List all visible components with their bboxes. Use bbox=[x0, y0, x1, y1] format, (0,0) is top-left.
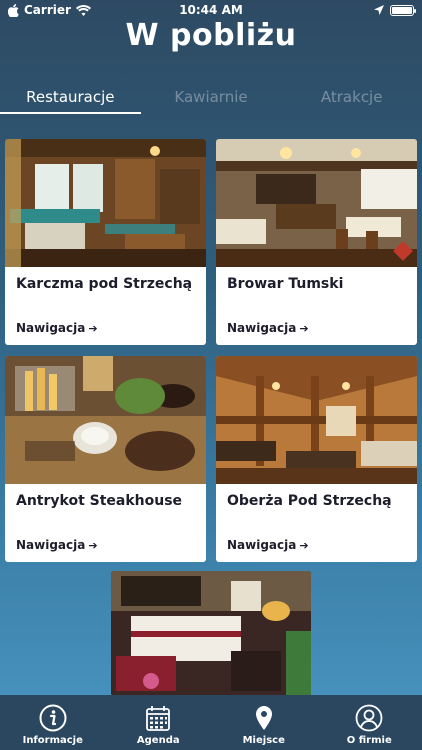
navigation-label: Nawigacja bbox=[16, 321, 86, 335]
tabbar-label: Informacje bbox=[22, 735, 83, 746]
location-pin-icon bbox=[255, 706, 272, 730]
tabbar-item-miejsce[interactable]: Miejsce bbox=[211, 695, 317, 750]
tabbar-label: Miejsce bbox=[242, 735, 285, 746]
place-card-antrykot[interactable]: Antrykot Steakhouse Nawigacja ➔ bbox=[5, 356, 206, 562]
tabbar-item-agenda[interactable]: Agenda bbox=[106, 695, 212, 750]
place-photo bbox=[216, 356, 417, 484]
tab-attractions[interactable]: Atrakcje bbox=[281, 82, 422, 114]
user-icon bbox=[355, 704, 383, 732]
carrier-label: Carrier bbox=[24, 3, 71, 17]
arrow-right-icon: ➔ bbox=[299, 321, 309, 335]
tabbar-item-informacje[interactable]: Informacje bbox=[0, 695, 106, 750]
location-arrow-icon bbox=[374, 5, 384, 15]
place-photo bbox=[5, 139, 206, 267]
navigation-label: Nawigacja bbox=[227, 538, 297, 552]
navigation-link[interactable]: Nawigacja ➔ bbox=[16, 538, 98, 552]
wifi-icon bbox=[75, 4, 91, 16]
tab-restaurants[interactable]: Restauracje bbox=[0, 82, 141, 114]
place-name: Karczma pod Strzechą bbox=[16, 276, 193, 292]
page-title: W pobliżu bbox=[125, 18, 297, 53]
place-card-partial[interactable] bbox=[111, 571, 311, 696]
arrow-right-icon: ➔ bbox=[88, 321, 98, 335]
apple-logo-icon bbox=[8, 3, 19, 17]
place-card-browar-tumski[interactable]: Browar Tumski Nawigacja ➔ bbox=[216, 139, 417, 345]
bottom-tab-bar: Informacje Agenda Miejsce O firmie bbox=[0, 695, 422, 750]
tabbar-label: Agenda bbox=[136, 735, 180, 746]
navigation-link[interactable]: Nawigacja ➔ bbox=[227, 321, 309, 335]
places-grid: Karczma pod Strzechą Nawigacja ➔ Browar … bbox=[5, 139, 417, 562]
category-tabs: Restauracje Kawiarnie Atrakcje bbox=[0, 82, 422, 114]
place-photo bbox=[5, 356, 206, 484]
info-icon bbox=[39, 704, 67, 732]
navigation-link[interactable]: Nawigacja ➔ bbox=[227, 538, 309, 552]
battery-icon bbox=[390, 4, 416, 16]
place-card-oberza[interactable]: Oberża Pod Strzechą Nawigacja ➔ bbox=[216, 356, 417, 562]
place-name: Browar Tumski bbox=[227, 276, 344, 292]
navigation-label: Nawigacja bbox=[16, 538, 86, 552]
place-card-karczma[interactable]: Karczma pod Strzechą Nawigacja ➔ bbox=[5, 139, 206, 345]
tab-cafes[interactable]: Kawiarnie bbox=[141, 82, 282, 114]
status-bar: Carrier 10:44 AM bbox=[0, 0, 422, 20]
tabbar-item-o-firmie[interactable]: O firmie bbox=[317, 695, 422, 750]
clock: 10:44 AM bbox=[179, 3, 243, 17]
navigation-link[interactable]: Nawigacja ➔ bbox=[16, 321, 98, 335]
navigation-label: Nawigacja bbox=[227, 321, 297, 335]
arrow-right-icon: ➔ bbox=[299, 538, 309, 552]
place-name: Antrykot Steakhouse bbox=[16, 493, 183, 509]
calendar-icon bbox=[146, 706, 171, 731]
place-photo bbox=[216, 139, 417, 267]
tabbar-label: O firmie bbox=[346, 735, 392, 746]
place-name: Oberża Pod Strzechą bbox=[227, 493, 392, 509]
arrow-right-icon: ➔ bbox=[88, 538, 98, 552]
